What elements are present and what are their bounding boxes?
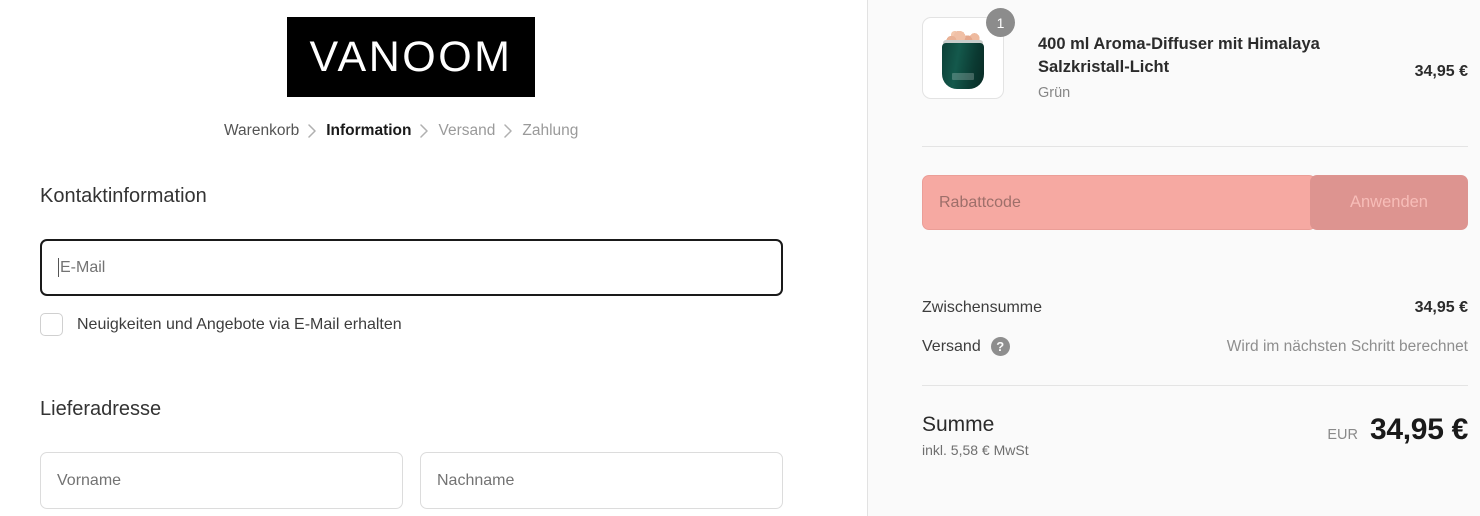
total-amount-group: EUR 34,95 € <box>1327 413 1468 447</box>
text-caret <box>58 258 59 277</box>
brand-logo[interactable]: VANOOM <box>287 17 535 97</box>
shipping-value: Wird im nächsten Schritt berechnet <box>1226 337 1468 355</box>
email-input[interactable]: E-Mail <box>40 239 783 296</box>
quantity-badge: 1 <box>986 8 1015 37</box>
chevron-right-icon <box>420 124 429 138</box>
order-line-item: 1 400 ml Aroma-Diffuser mit Himalaya Sal… <box>922 8 1468 101</box>
subtotal-label: Zwischensumme <box>922 299 1043 316</box>
breadcrumb-item-warenkorb[interactable]: Warenkorb <box>224 122 299 140</box>
checkout-form-pane: VANOOM Warenkorb Information Versand Zah… <box>0 0 867 516</box>
discount-code-row: Rabattcode Anwenden <box>922 175 1468 230</box>
delivery-section-title: Lieferadresse <box>40 398 162 420</box>
breadcrumb-item-information[interactable]: Information <box>326 122 411 140</box>
total-tax-note: inkl. 5,58 € MwSt <box>922 442 1029 458</box>
total-amount: 34,95 € <box>1370 413 1468 446</box>
last-name-placeholder: Nachname <box>437 471 515 489</box>
discount-code-placeholder: Rabattcode <box>939 193 1021 211</box>
product-name: 400 ml Aroma-Diffuser mit Himalaya Salzk… <box>1038 35 1320 76</box>
order-summary-pane: 1 400 ml Aroma-Diffuser mit Himalaya Sal… <box>867 0 1480 516</box>
shipping-label: Versand <box>922 337 981 355</box>
name-fields-row: Vorname Nachname <box>40 452 783 509</box>
newsletter-checkbox[interactable] <box>40 313 63 336</box>
product-variant: Grün <box>1038 84 1071 101</box>
shipping-row: Versand ? Wird im nächsten Schritt berec… <box>922 337 1468 356</box>
newsletter-checkbox-label: Neuigkeiten und Angebote via E-Mail erha… <box>77 315 402 333</box>
subtotal-row: Zwischensumme 34,95 € <box>922 299 1468 317</box>
summary-divider <box>922 146 1468 147</box>
total-currency: EUR <box>1327 427 1358 443</box>
chevron-right-icon <box>308 124 317 138</box>
total-label-group: Summe inkl. 5,58 € MwSt <box>922 413 1029 458</box>
shipping-label-wrap: Versand ? <box>922 337 1010 356</box>
chevron-right-icon <box>504 124 513 138</box>
contact-section-title: Kontaktinformation <box>40 185 207 207</box>
apply-discount-button[interactable]: Anwenden <box>1310 175 1468 230</box>
summary-divider <box>922 385 1468 386</box>
email-input-placeholder: E-Mail <box>60 258 106 276</box>
help-question-icon[interactable]: ? <box>990 337 1010 356</box>
last-name-input[interactable]: Nachname <box>420 452 783 509</box>
newsletter-checkbox-row[interactable]: Neuigkeiten und Angebote via E-Mail erha… <box>40 313 402 336</box>
total-row: Summe inkl. 5,58 € MwSt EUR 34,95 € <box>922 413 1468 458</box>
breadcrumb: Warenkorb Information Versand Zahlung <box>224 122 578 140</box>
checkout-page: VANOOM Warenkorb Information Versand Zah… <box>0 0 1480 516</box>
first-name-input[interactable]: Vorname <box>40 452 403 509</box>
discount-code-input[interactable]: Rabattcode <box>922 175 1316 230</box>
diffuser-body-shape <box>942 43 984 89</box>
product-info: 400 ml Aroma-Diffuser mit Himalaya Salzk… <box>1038 17 1415 101</box>
breadcrumb-item-zahlung: Zahlung <box>522 122 579 139</box>
total-label: Summe <box>922 413 995 436</box>
product-thumbnail-wrap: 1 <box>922 8 1015 99</box>
product-price: 34,95 € <box>1414 63 1468 80</box>
breadcrumb-item-versand: Versand <box>438 122 496 139</box>
diffuser-label-shape <box>952 73 974 80</box>
aroma-diffuser-icon <box>942 31 984 89</box>
subtotal-value: 34,95 € <box>1414 299 1468 316</box>
first-name-placeholder: Vorname <box>57 471 122 489</box>
brand-logo-text: VANOOM <box>309 32 513 81</box>
